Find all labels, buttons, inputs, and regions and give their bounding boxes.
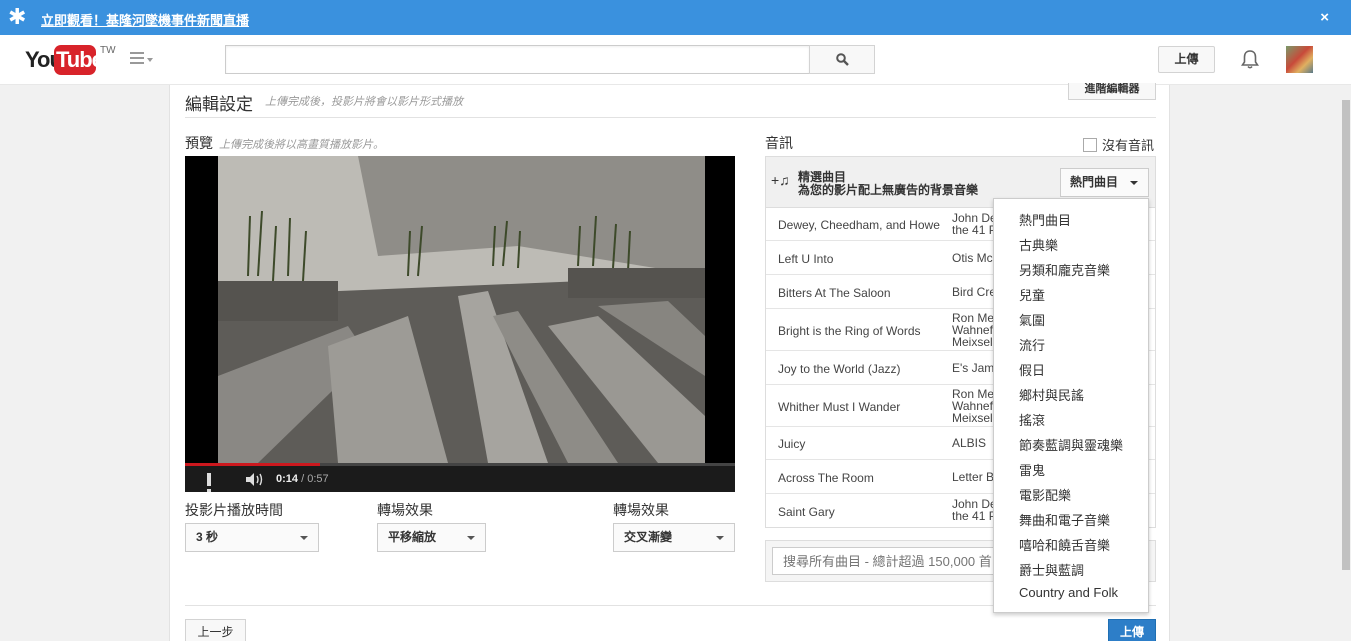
logo-tube: Tube	[56, 47, 104, 72]
genre-dropdown-label: 熱門曲目	[1070, 175, 1119, 189]
track-name: Saint Gary	[778, 505, 835, 519]
close-icon[interactable]: ×	[1320, 9, 1329, 26]
volume-icon[interactable]	[245, 472, 265, 487]
video-still-image	[218, 156, 705, 463]
back-button[interactable]: 上一步	[185, 619, 246, 641]
upload-button[interactable]: 上傳	[1158, 46, 1215, 73]
genre-menu-item[interactable]: 假日	[1019, 360, 1045, 379]
checkbox-icon[interactable]	[1083, 138, 1097, 152]
slide-duration-select[interactable]: 3 秒	[185, 523, 319, 552]
genre-menu-item[interactable]: 鄉村與民謠	[1019, 385, 1084, 404]
chevron-down-icon	[300, 536, 308, 540]
genre-menu-item[interactable]: 電影配樂	[1019, 485, 1071, 504]
track-name: Joy to the World (Jazz)	[778, 362, 901, 376]
bell-icon[interactable]	[1240, 49, 1260, 70]
alert-banner: ✱ 立即觀看！基隆河墜機事件新聞直播 ×	[0, 0, 1351, 35]
page-subtitle: 上傳完成後，投影片將會以影片形式播放	[265, 96, 463, 108]
chevron-down-icon	[467, 536, 475, 540]
audio-label: 音訊	[765, 135, 793, 151]
upload-submit-button[interactable]: 上傳	[1108, 619, 1156, 641]
search-icon	[836, 53, 849, 66]
genre-menu-item[interactable]: 雷鬼	[1019, 460, 1045, 479]
genre-menu-item[interactable]: 節奏藍調與靈魂樂	[1019, 435, 1123, 454]
genre-menu-item[interactable]: 另類和龐克音樂	[1019, 260, 1110, 279]
current-time: 0:14	[276, 473, 299, 485]
genre-menu-item[interactable]: 熱門曲目	[1019, 210, 1071, 229]
player-controls: 0:14 / 0:57	[185, 463, 735, 492]
search-input[interactable]	[225, 45, 810, 74]
guide-menu-icon[interactable]	[130, 52, 156, 68]
page-scrollbar[interactable]	[1341, 85, 1351, 641]
alert-link[interactable]: 立即觀看！基隆河墜機事件新聞直播	[41, 10, 249, 29]
video-player[interactable]: 0:14 / 0:57	[185, 156, 735, 492]
track-name: Whither Must I Wander	[778, 400, 901, 414]
track-name: Dewey, Cheedham, and Howe	[778, 218, 940, 232]
video-frame	[218, 156, 705, 463]
advanced-editor-button[interactable]: 進階編輯器	[1068, 83, 1156, 100]
no-audio-label: 沒有音訊	[1102, 138, 1155, 153]
genre-menu-item[interactable]: 流行	[1019, 335, 1045, 354]
time-display: 0:14 / 0:57	[276, 473, 329, 485]
transition-label-2: 轉場效果	[613, 502, 669, 518]
music-note-icon: +♫	[771, 172, 790, 188]
no-audio-checkbox[interactable]: 沒有音訊	[1083, 135, 1154, 154]
track-name: Bitters At The Saloon	[778, 286, 891, 300]
pause-icon[interactable]	[207, 473, 219, 492]
transition-label: 轉場效果	[377, 502, 433, 518]
featured-subtitle: 為您的影片配上無廣告的背景音樂	[798, 183, 979, 197]
transition-select[interactable]: 平移縮放	[377, 523, 486, 552]
divider	[185, 117, 1156, 118]
chevron-down-icon	[1130, 181, 1138, 185]
avatar[interactable]	[1286, 46, 1313, 73]
transition-select-2[interactable]: 交叉漸變	[613, 523, 735, 552]
chevron-down-icon	[716, 536, 724, 540]
track-name: Across The Room	[778, 471, 874, 485]
genre-menu-item[interactable]: 古典樂	[1019, 235, 1058, 254]
genre-menu-item[interactable]: 氣圍	[1019, 310, 1045, 329]
slide-duration-label: 投影片播放時間	[185, 502, 283, 518]
genre-dropdown-button[interactable]: 熱門曲目	[1060, 168, 1149, 197]
genre-menu-item[interactable]: 兒童	[1019, 285, 1045, 304]
genre-menu-item[interactable]: 嘻哈和饒舌音樂	[1019, 535, 1110, 554]
progress-bar[interactable]	[185, 463, 735, 466]
logo-region: TW	[100, 45, 116, 56]
page-title: 編輯設定	[185, 95, 253, 114]
track-name: Left U Into	[778, 252, 834, 266]
genre-menu-item[interactable]: 舞曲和電子音樂	[1019, 510, 1110, 529]
duration: / 0:57	[301, 473, 329, 485]
track-name: Juicy	[778, 437, 806, 451]
preview-label: 預覽	[185, 135, 213, 151]
genre-menu: 熱門曲目 古典樂 另類和龐克音樂 兒童 氣圍 流行 假日 鄉村與民謠 搖滾 節奏…	[993, 198, 1149, 613]
transition-value-2: 交叉漸變	[624, 530, 673, 544]
track-name: Bright is the Ring of Words	[778, 324, 921, 338]
genre-menu-item[interactable]: 搖滾	[1019, 410, 1045, 429]
transition-value: 平移縮放	[388, 530, 437, 544]
star-icon: ✱	[8, 4, 27, 29]
genre-menu-item[interactable]: 爵士與藍調	[1019, 560, 1084, 579]
slide-duration-value: 3 秒	[196, 530, 219, 544]
genre-menu-item[interactable]: Country and Folk	[1019, 585, 1118, 600]
progress-played	[185, 463, 320, 466]
search-button[interactable]	[809, 45, 875, 74]
preview-subtitle: 上傳完成後將以高畫質播放影片。	[219, 139, 384, 151]
masthead: You Tube TW 上傳	[0, 35, 1351, 85]
